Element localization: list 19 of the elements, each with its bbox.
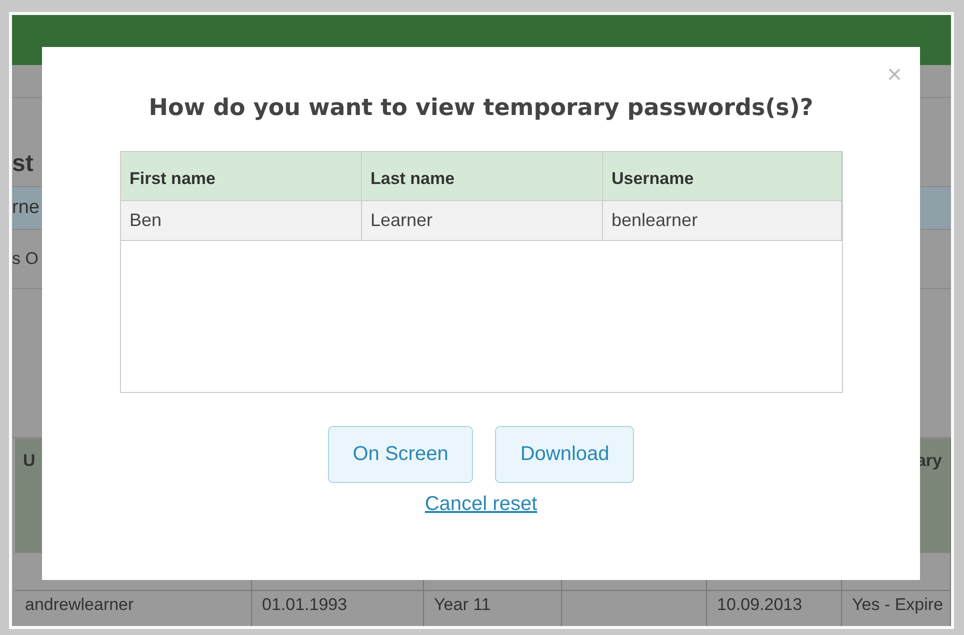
table-cell: benlearner bbox=[602, 201, 842, 241]
on-screen-button[interactable]: On Screen bbox=[328, 426, 474, 483]
column-header: Username bbox=[602, 152, 842, 201]
column-header: First name bbox=[120, 152, 362, 201]
table-cell: 01.01.1993 bbox=[252, 591, 424, 626]
table-cell: Learner bbox=[362, 201, 602, 241]
download-button[interactable]: Download bbox=[495, 426, 634, 483]
dialog-title: How do you want to view temporary passwords(s)? bbox=[148, 95, 814, 121]
cancel-link[interactable]: Cancel reset bbox=[424, 493, 538, 516]
table-cell: andrewlearner bbox=[15, 591, 252, 626]
option-text: s O bbox=[12, 249, 38, 269]
table-cell: Year 11 bbox=[424, 591, 562, 626]
table-cell: Ben bbox=[120, 201, 362, 241]
column-header: Last name bbox=[362, 152, 602, 201]
table-cell: Yes - Expire bbox=[842, 591, 951, 626]
close-button[interactable]: × bbox=[886, 61, 902, 87]
heading-text: st bbox=[12, 150, 34, 178]
table-cell: 10.09.2013 bbox=[707, 591, 842, 626]
field-text: rne bbox=[12, 197, 40, 219]
